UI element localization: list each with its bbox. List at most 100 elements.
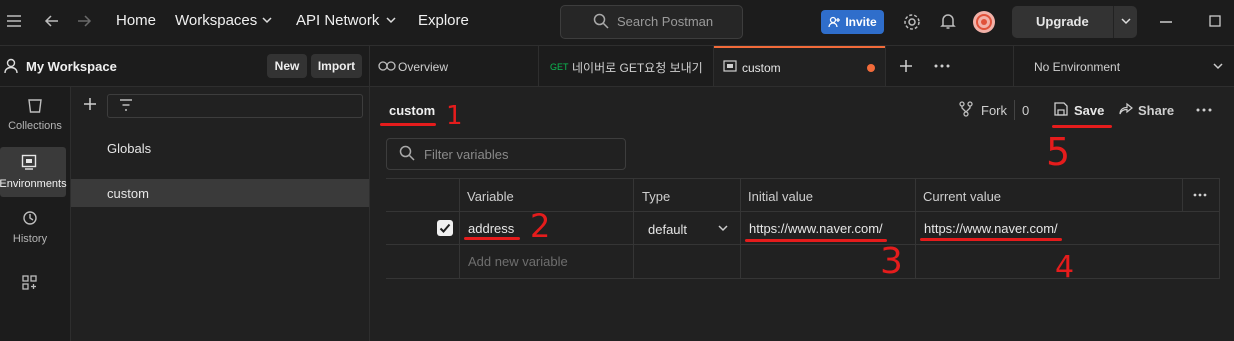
rail-label-collections: Collections [8,120,62,132]
workspace-title: My Workspace [26,59,117,74]
annotation-underline [1052,125,1112,128]
table-row-border [386,278,1220,279]
list-item[interactable]: Globals [71,130,369,164]
column-header-initial-value: Initial value [748,189,814,204]
filter-icon[interactable] [119,99,133,111]
settings-gear-icon[interactable] [903,13,921,31]
fork-button[interactable]: Fork [981,103,1007,118]
filter-placeholder: Filter variables [424,147,509,162]
environments-icon [21,154,37,170]
annotation-number: 2 [530,207,551,245]
annotation-underline [464,237,520,240]
unsaved-dot [867,64,875,72]
rail-label-environments: Environments [0,178,67,190]
share-icon [1119,102,1133,116]
share-button[interactable]: Share [1138,103,1174,118]
rail-item-history[interactable]: History [0,205,70,255]
column-divider [1182,178,1183,211]
nav-workspaces[interactable]: Workspaces [175,12,257,29]
new-tab-plus-icon[interactable] [899,59,913,73]
upgrade-chevron-icon[interactable] [1121,18,1131,25]
add-environment-icon[interactable] [83,97,97,111]
table-border-top [386,178,1220,179]
environment-tab-icon [723,60,737,74]
tab-label: 네이버로 GET요청 보내기 [572,61,703,75]
upgrade-label: Upgrade [1036,14,1089,29]
search-placeholder: Search Postman [617,14,714,29]
invite-label: Invite [845,15,877,29]
rail-item-environments[interactable]: Environments [0,147,67,197]
column-divider [1219,178,1220,278]
annotation-number: 1 [446,101,463,131]
user-icon [4,58,18,74]
apps-icon[interactable] [22,275,38,291]
column-header-type: Type [642,189,671,204]
table-row-border [386,244,1220,245]
initial-value-input[interactable]: https://www.naver.com/ [749,221,883,236]
environment-name: custom [107,186,149,201]
history-icon [22,210,38,226]
environment-search-input[interactable] [107,94,363,118]
fork-icon [959,101,973,117]
tab-label: custom [742,61,781,75]
workspaces-chevron-icon[interactable] [262,17,272,24]
tab-overview[interactable]: Overview [370,46,538,86]
search-icon [399,145,415,161]
variable-name-input[interactable]: address [468,221,514,236]
tab-divider [885,46,886,86]
variable-type-select[interactable]: default [648,222,687,237]
more-tabs-icon[interactable] [934,64,950,68]
environments-list [71,87,370,341]
overview-icon [378,60,396,72]
annotation-underline [920,238,1062,241]
nav-api-network[interactable]: API Network [296,12,379,29]
list-item[interactable]: custom [71,179,369,207]
annotation-number: 4 [1055,250,1075,285]
search-icon [593,13,609,29]
type-chevron-icon[interactable] [718,225,728,232]
api-network-chevron-icon[interactable] [386,17,396,24]
import-button[interactable]: Import [311,54,362,78]
add-user-icon [828,16,841,28]
column-header-current-value: Current value [923,189,1002,204]
environment-selector[interactable]: No Environment [1034,60,1120,74]
environment-title[interactable]: custom [389,103,435,118]
maximize-window-icon[interactable] [1209,15,1221,27]
tab-divider [1013,46,1014,86]
minimize-window-icon[interactable] [1160,21,1172,23]
invite-button[interactable]: Invite [821,10,884,34]
back-arrow-icon[interactable] [44,14,60,28]
collections-icon [27,98,43,114]
upgrade-divider [1113,6,1114,38]
add-variable-input[interactable]: Add new variable [468,254,568,269]
tab-custom[interactable]: custom [714,46,885,86]
environment-chevron-icon[interactable] [1213,63,1223,70]
checkmark-icon [439,223,451,233]
annotation-number: 3 [880,241,903,282]
more-options-icon[interactable] [1196,108,1212,112]
http-method-badge: GET [550,62,569,72]
annotation-number: 5 [1046,130,1071,174]
tab-label: Overview [398,60,449,74]
rail-label-history: History [12,233,48,245]
forward-arrow-icon[interactable] [76,14,92,28]
rail-item-collections[interactable]: Collections [0,89,70,139]
new-button[interactable]: New [267,54,307,78]
annotation-underline [745,239,887,242]
row-enabled-checkbox[interactable] [437,220,453,236]
nav-explore[interactable]: Explore [418,12,469,29]
nav-home[interactable]: Home [116,12,156,29]
tab-get-request[interactable]: GET 네이버로 GET요청 보내기 [539,46,713,86]
notification-bell-icon[interactable] [940,12,956,30]
annotation-underline [380,123,436,126]
fork-count: 0 [1022,103,1030,118]
menu-icon[interactable] [6,14,22,28]
fork-divider [1014,100,1015,120]
environment-name: Globals [107,141,152,156]
save-button[interactable]: Save [1074,103,1104,118]
table-more-icon[interactable] [1193,193,1207,197]
save-icon [1054,102,1068,116]
column-header-variable: Variable [467,189,514,204]
avatar[interactable] [972,10,996,34]
current-value-input[interactable]: https://www.naver.com/ [924,221,1058,236]
